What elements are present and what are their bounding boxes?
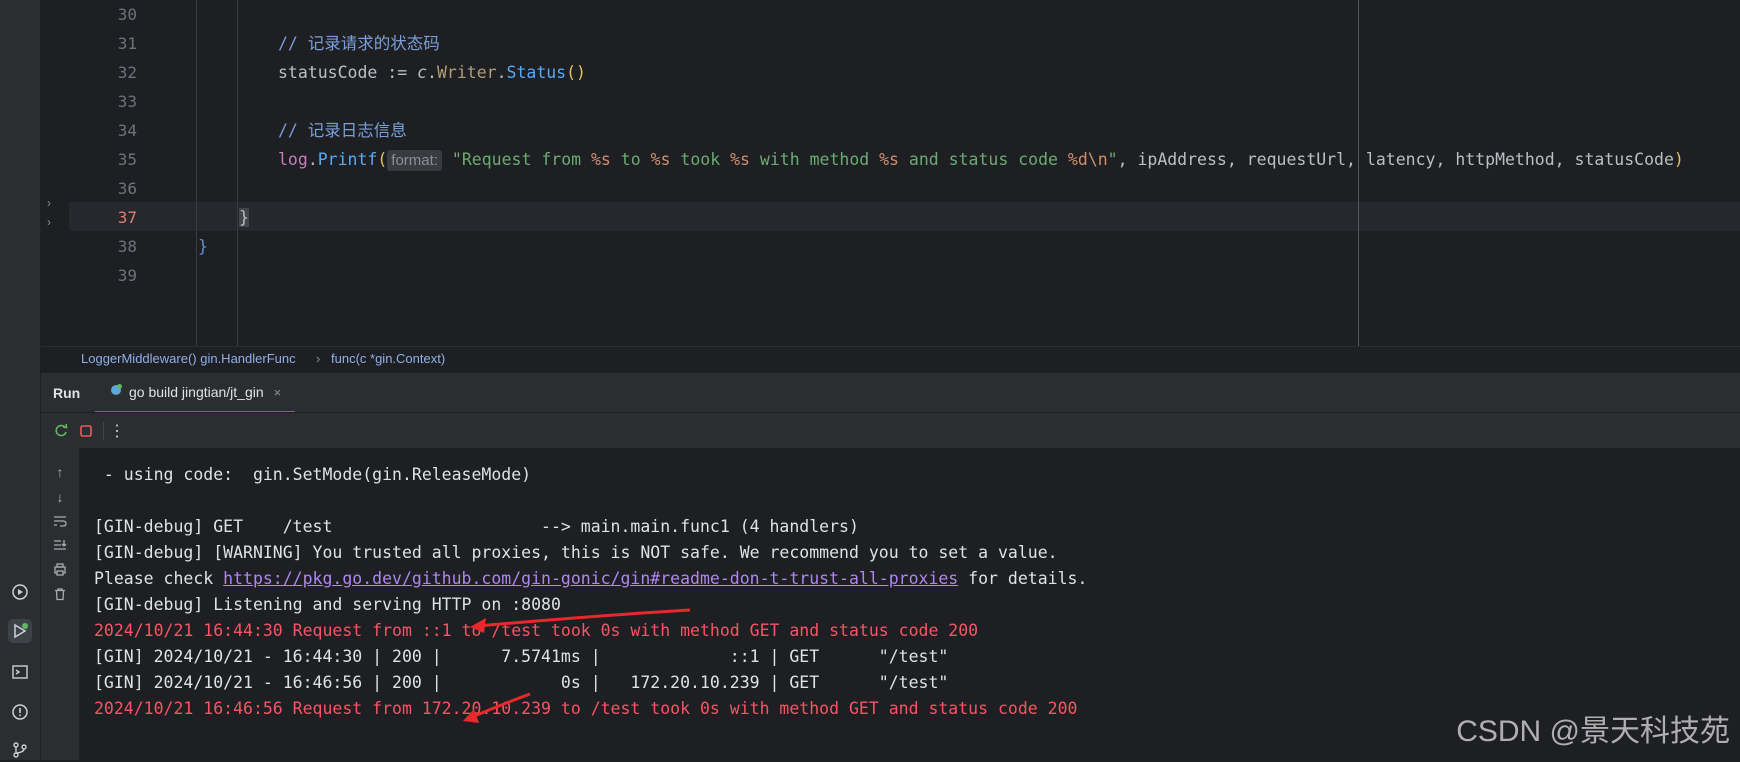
console-line: Please check https://pkg.go.dev/github.c… (94, 564, 1087, 593)
code-line: } (198, 232, 208, 261)
code-token: // 记录请求的状态码 (278, 34, 440, 53)
breadcrumb-separator: › (316, 351, 321, 366)
code-line: } (239, 203, 249, 232)
code-token: } (198, 237, 208, 256)
console-line: - using code: gin.SetMode(gin.ReleaseMod… (94, 460, 531, 489)
close-icon[interactable]: × (274, 385, 282, 400)
code-token: } (239, 208, 249, 227)
console-text: for details. (958, 569, 1088, 588)
code-token: statusCode (278, 63, 378, 82)
code-line: // 记录日志信息 (278, 116, 407, 145)
terminal-icon[interactable] (8, 660, 32, 684)
console-text: [GIN-debug] GET /test --> main.main.func… (94, 517, 859, 536)
code-line: statusCode := c.Writer.Status() (278, 58, 586, 87)
console-line: 2024/10/21 16:44:30 Request from ::1 to … (94, 616, 978, 645)
soft-wrap-icon[interactable] (50, 511, 70, 531)
console-link[interactable]: https://pkg.go.dev/github.com/gin-gonic/… (223, 569, 958, 588)
code-token: Status (506, 63, 567, 82)
run-config-tab[interactable]: go build jingtian/jt_gin × (95, 373, 296, 413)
run-tab-title: go build jingtian/jt_gin (129, 384, 264, 400)
code-token: and status code (899, 150, 1068, 169)
code-token: with method (749, 150, 880, 169)
scroll-to-end-icon[interactable] (50, 535, 70, 555)
console-text: - using code: gin.SetMode(gin.ReleaseMod… (94, 465, 532, 484)
console-text: Please check (94, 569, 224, 588)
console-text: 2024/10/21 16:46:56 Request from 172.20.… (94, 699, 1078, 718)
code-token: := (377, 63, 418, 82)
code-token: %s (591, 150, 611, 169)
print-icon[interactable] (50, 559, 70, 579)
run-toolbar: ⋮ (41, 412, 1740, 449)
code-token: Writer (436, 63, 497, 82)
breadcrumb-item[interactable]: LoggerMiddleware() gin.HandlerFunc (81, 351, 296, 366)
breadcrumb-item[interactable]: func(c *gin.Context) (331, 351, 445, 366)
code-token: " (1107, 150, 1118, 169)
rerun-icon[interactable] (51, 421, 71, 441)
console-line: [GIN-debug] [WARNING] You trusted all pr… (94, 538, 1058, 567)
code-token: Printf (317, 150, 378, 169)
console-text: [GIN-debug] [WARNING] You trusted all pr… (94, 543, 1058, 562)
code-token: ) (1673, 150, 1684, 169)
run-tool-icon[interactable] (8, 619, 32, 643)
code-token: . (427, 63, 437, 82)
code-token: %s (879, 150, 899, 169)
run-panel-header: Run go build jingtian/jt_gin × (41, 372, 1740, 413)
console-text: 2024/10/21 16:44:30 Request from ::1 to … (94, 621, 979, 640)
code-line: // 记录请求的状态码 (278, 29, 440, 58)
code-token: () (566, 63, 586, 82)
console-text: [GIN] 2024/10/21 - 16:46:56 | 200 | 0s |… (94, 673, 949, 692)
code-area[interactable]: // 记录请求的状态码 statusCode := c.Writer.Status… (41, 0, 1740, 346)
code-token: . (307, 150, 318, 169)
breadcrumb: LoggerMiddleware() gin.HandlerFunc › fun… (41, 346, 1740, 372)
code-token: . (496, 63, 507, 82)
code-line: log.Printf(format: "Request from %s to %… (278, 145, 1684, 174)
trash-icon[interactable] (50, 584, 70, 604)
console-side-toolbar: ↑ ↓ (41, 448, 80, 760)
code-token: , ipAddress, requestUrl, latency, httpMe… (1117, 150, 1674, 169)
console-line: [GIN] 2024/10/21 - 16:44:30 | 200 | 7.57… (94, 642, 948, 671)
console-line: [GIN-debug] GET /test --> main.main.func… (94, 512, 859, 541)
more-options-icon[interactable]: ⋮ (107, 421, 127, 441)
code-token: took (670, 150, 731, 169)
code-token: ( (377, 150, 388, 169)
git-icon[interactable] (8, 738, 32, 762)
toolbar-divider (103, 422, 104, 440)
code-token: %d\n (1067, 150, 1108, 169)
problems-icon[interactable] (8, 700, 32, 724)
code-token: // 记录日志信息 (278, 121, 407, 140)
code-token: log (278, 150, 308, 169)
code-token: c (417, 63, 428, 82)
code-token: %s (730, 150, 750, 169)
run-panel-title: Run (53, 385, 81, 401)
console-line: 2024/10/21 16:46:56 Request from 172.20.… (94, 694, 1077, 723)
code-token: "Request from (441, 150, 591, 169)
go-build-icon (109, 383, 123, 402)
console-line: [GIN-debug] Listening and serving HTTP o… (94, 590, 561, 619)
code-token: to (610, 150, 651, 169)
left-tool-strip (0, 0, 41, 760)
parameter-hint: format: (387, 150, 442, 171)
scroll-up-icon[interactable]: ↑ (50, 462, 70, 482)
services-icon[interactable] (8, 580, 32, 604)
scroll-down-icon[interactable]: ↓ (50, 487, 70, 507)
console-text: [GIN-debug] Listening and serving HTTP o… (94, 595, 561, 614)
code-token: %s (650, 150, 671, 169)
watermark: CSDN @景天科技苑 (1456, 715, 1730, 748)
console-text: [GIN] 2024/10/21 - 16:44:30 | 200 | 7.57… (94, 647, 949, 666)
stop-icon[interactable] (76, 421, 96, 441)
code-editor[interactable]: › › 30 31 32 33 34 35 36 37 38 39 // 记录请求的状态码 stat… (41, 0, 1740, 346)
console-line: [GIN] 2024/10/21 - 16:46:56 | 200 | 0s |… (94, 668, 948, 697)
